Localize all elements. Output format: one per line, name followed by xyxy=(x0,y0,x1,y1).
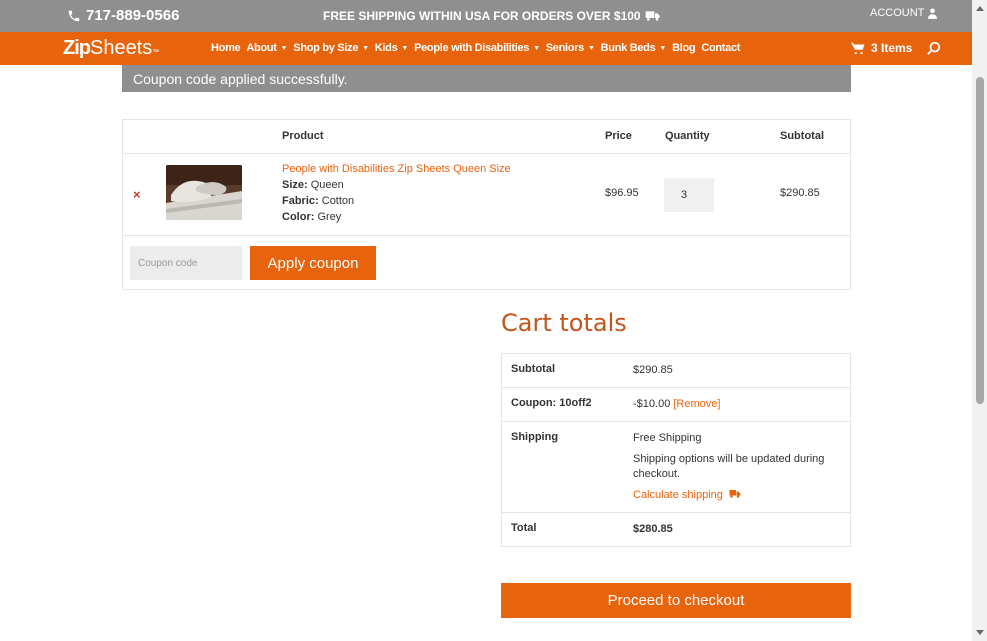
color-value: Grey xyxy=(317,211,342,223)
calculate-shipping-link[interactable]: Calculate shipping xyxy=(633,488,840,503)
totals-coupon-row: Coupon: 10off2 -$10.00 [Remove] xyxy=(502,388,850,422)
nav-contact[interactable]: Contact xyxy=(701,42,740,54)
nav-label: Contact xyxy=(701,42,741,54)
proceed-to-checkout-button[interactable]: Proceed to checkout xyxy=(501,583,851,618)
subtotal-label: Subtotal xyxy=(511,363,555,375)
nav-label: Home xyxy=(211,42,241,54)
product-color: Color: Grey xyxy=(282,211,341,223)
remove-item-icon[interactable]: × xyxy=(133,187,141,202)
nav-label: Shop by Size xyxy=(293,42,359,54)
size-label: Size: xyxy=(282,179,308,191)
phone-icon xyxy=(68,10,80,21)
nav-bunk-beds[interactable]: Bunk Beds ▼ xyxy=(600,42,667,54)
header-product: Product xyxy=(282,130,324,142)
totals-shipping-row: Shipping Free Shipping Shipping options … xyxy=(502,422,850,513)
item-subtotal: $290.85 xyxy=(780,187,820,199)
shipping-method: Free Shipping xyxy=(633,432,702,444)
nav-label: Kids xyxy=(374,42,398,54)
shipping-promo: FREE SHIPPING WITHIN USA FOR ORDERS OVER… xyxy=(323,9,661,23)
account-link[interactable]: ACCOUNT xyxy=(870,7,938,19)
page-scrollbar[interactable] xyxy=(972,0,987,641)
subtotal-value: $290.85 xyxy=(633,364,673,376)
nav-shop-by-size[interactable]: Shop by Size ▼ xyxy=(293,42,369,54)
size-value: Queen xyxy=(310,179,344,191)
chevron-down-icon: ▼ xyxy=(588,44,595,52)
cart-table: Product Price Quantity Subtotal × People… xyxy=(122,119,851,290)
coupon-code-input[interactable]: Coupon code xyxy=(130,246,242,280)
account-label: ACCOUNT xyxy=(870,7,925,19)
total-label: Total xyxy=(511,522,537,534)
product-size: Size: Queen xyxy=(282,179,344,191)
quantity-value: 3 xyxy=(681,189,688,201)
fabric-label: Fabric: xyxy=(282,195,319,207)
header-subtotal: Subtotal xyxy=(780,130,824,142)
truck-icon xyxy=(645,11,660,21)
apply-coupon-button[interactable]: Apply coupon xyxy=(250,246,376,280)
calculate-shipping-label: Calculate shipping xyxy=(633,489,723,501)
nav-label: Seniors xyxy=(545,42,585,54)
nav-about[interactable]: About ▼ xyxy=(246,42,287,54)
coupon-value: -$10.00 xyxy=(633,398,671,410)
cart-totals-title: Cart totals xyxy=(501,309,627,337)
cart-count: 3 Items xyxy=(871,41,913,55)
cart-item-row: × People with Disabilities Zip Sheets Qu… xyxy=(123,154,850,236)
coupon-success-notice: Coupon code applied successfully. xyxy=(122,65,851,92)
scroll-down-arrow-icon[interactable] xyxy=(976,630,984,635)
nav-label: People with Disabilities xyxy=(414,42,530,54)
chevron-down-icon: ▼ xyxy=(659,44,667,52)
quantity-input[interactable]: 3 xyxy=(664,178,714,212)
totals-subtotal-row: Subtotal $290.85 xyxy=(502,354,850,388)
logo-sheets: Sheets xyxy=(90,37,153,59)
phone-number: 717-889-0566 xyxy=(86,7,180,24)
scroll-up-arrow-icon[interactable] xyxy=(976,6,984,11)
notice-text: Coupon code applied successfully. xyxy=(133,70,348,87)
nav-label: About xyxy=(246,42,277,54)
nav-kids[interactable]: Kids ▼ xyxy=(374,42,409,54)
chevron-down-icon: ▼ xyxy=(533,44,540,52)
nav-seniors[interactable]: Seniors ▼ xyxy=(546,42,595,54)
scrollbar-thumb[interactable] xyxy=(976,77,984,404)
shipping-label: Shipping xyxy=(511,431,559,443)
cart-totals-table: Subtotal $290.85 Coupon: 10off2 -$10.00 … xyxy=(501,353,851,547)
phone-link[interactable]: 717-889-0566 xyxy=(67,7,179,24)
nav-blog[interactable]: Blog xyxy=(672,42,696,54)
header-quantity: Quantity xyxy=(665,130,710,142)
main-nav-bar: Zip Sheets ™ Home About ▼ Shop by Size ▼ K… xyxy=(0,32,972,65)
shipping-note: Shipping options will be updated during … xyxy=(633,453,825,480)
top-bar: 717-889-0566 FREE SHIPPING WITHIN USA FO… xyxy=(0,0,972,32)
search-icon[interactable] xyxy=(927,41,941,60)
cart-icon xyxy=(851,42,865,54)
item-price: $96.95 xyxy=(605,187,639,199)
cart-link[interactable]: 3 Items xyxy=(851,41,912,55)
cart-table-header: Product Price Quantity Subtotal xyxy=(123,120,850,154)
promo-text: FREE SHIPPING WITHIN USA FOR ORDERS OVER… xyxy=(323,9,641,23)
site-logo[interactable]: Zip Sheets ™ xyxy=(63,37,159,60)
main-nav: Home About ▼ Shop by Size ▼ Kids ▼ People w… xyxy=(211,42,740,54)
logo-tm: ™ xyxy=(152,49,160,56)
logo-zip: Zip xyxy=(63,37,91,59)
nav-home[interactable]: Home xyxy=(211,42,241,54)
chevron-down-icon: ▼ xyxy=(280,44,288,52)
chevron-down-icon: ▼ xyxy=(401,44,409,52)
nav-label: Blog xyxy=(672,42,696,54)
total-value: $280.85 xyxy=(633,523,673,535)
fabric-value: Cotton xyxy=(321,195,355,207)
totals-total-row: Total $280.85 xyxy=(502,513,850,546)
nav-label: Bunk Beds xyxy=(600,42,656,54)
color-label: Color: xyxy=(282,211,315,223)
chevron-down-icon: ▼ xyxy=(362,44,369,52)
header-price: Price xyxy=(605,130,632,142)
nav-people-with-disabilities[interactable]: People with Disabilities ▼ xyxy=(414,42,540,54)
coupon-label: Coupon: 10off2 xyxy=(511,397,592,409)
product-name-link[interactable]: People with Disabilities Zip Sheets Quee… xyxy=(282,163,511,175)
user-icon xyxy=(928,7,938,19)
product-thumbnail[interactable] xyxy=(166,165,242,220)
remove-coupon-link[interactable]: [Remove] xyxy=(673,398,720,410)
truck-icon xyxy=(729,490,741,498)
product-fabric: Fabric: Cotton xyxy=(282,195,354,207)
coupon-placeholder: Coupon code xyxy=(138,257,198,269)
